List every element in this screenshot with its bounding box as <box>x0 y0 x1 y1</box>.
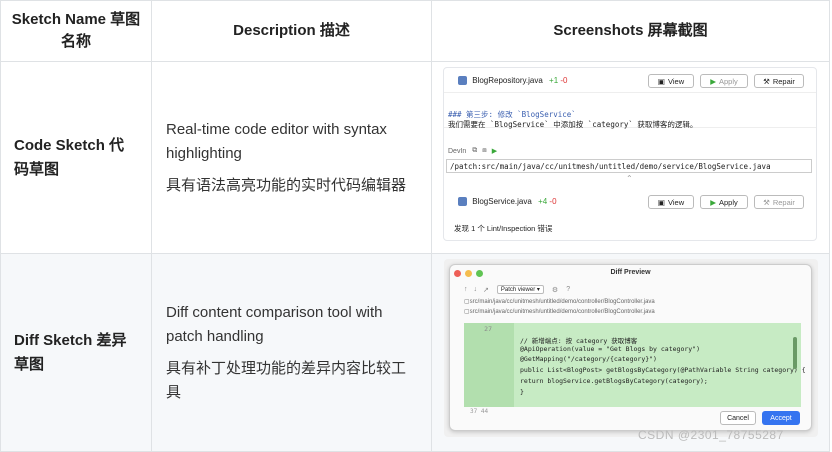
row-diff-sketch-name: Diff Sketch 差异草图 <box>0 254 152 452</box>
diff-sketch-name-text: Diff Sketch 差异草图 <box>14 331 127 373</box>
diff-sketch-desc-en: Diff content comparison tool with patch … <box>166 303 383 345</box>
file1-name: BlogRepository.java <box>472 76 543 85</box>
line-number-end: 37 44 <box>470 408 489 415</box>
insert-icon[interactable]: ⧈ <box>482 147 486 155</box>
repair-icon-2: ⚒ <box>763 197 770 207</box>
file1-repair-button[interactable]: ⚒ Repair <box>754 74 804 88</box>
step-text: 我们需要在 `BlogService` 中添加按 `category` 获取博客… <box>448 120 698 129</box>
chevron-down-icon: ▾ <box>536 287 540 293</box>
devin-label: DevIn <box>448 147 467 155</box>
view-icon: ▣ <box>657 76 665 86</box>
file2-deletions: -0 <box>549 197 557 206</box>
accept-button[interactable]: Accept <box>762 411 800 425</box>
java-file-icon-2 <box>458 197 467 207</box>
file2-repair-button[interactable]: ⚒ Repair <box>754 195 804 209</box>
diff-preview-window: Diff Preview ↑ ↓ ↗ Patch viewer ▾ ⚙ ? ▢s… <box>449 264 812 431</box>
code-sketch-name-text: Code Sketch 代码草图 <box>14 136 125 178</box>
file2-additions: +4 <box>538 197 548 206</box>
code-line-2: @ApiOperation(value = "Get Blogs by cate… <box>520 345 701 353</box>
collapse-chevron-icon[interactable]: ⌃ <box>626 174 633 183</box>
file1-apply-button[interactable]: ▶ Apply <box>700 74 748 88</box>
code-line-1: // 新增端点: 按 category 获取博客 <box>520 337 638 345</box>
java-file-icon <box>458 76 467 86</box>
window-title: Diff Preview <box>610 269 651 276</box>
header-description: Description 描述 <box>152 0 432 62</box>
row-code-sketch-desc: Real-time code editor with syntax highli… <box>152 62 432 254</box>
code-sketch-desc-zh: 具有语法高亮功能的实时代码编辑器 <box>166 176 407 194</box>
file1-view-button[interactable]: ▣ View <box>648 74 694 88</box>
devin-toolbar: DevIn ⧉ ⧈ ▶ <box>448 147 820 155</box>
apply-icon-2: ▶ <box>710 197 716 207</box>
header-sketch-name-text: Sketch Name 草图名称 <box>11 11 141 50</box>
header-sketch-name: Sketch Name 草图名称 <box>0 0 152 62</box>
patch-path-field: /patch:src/main/java/cc/unitmesh/untitle… <box>446 159 812 173</box>
diff-content-panel: 27 // 新增端点: 按 category 获取博客 @ApiOperatio… <box>464 323 806 407</box>
file2-view-button[interactable]: ▣ View <box>648 195 694 209</box>
code-sketch-desc-en: Real-time code editor with syntax highli… <box>166 120 387 162</box>
header-description-text: Description 描述 <box>233 22 350 39</box>
diff-sketch-screenshot: Diff Preview ↑ ↓ ↗ Patch viewer ▾ ⚙ ? ▢s… <box>444 259 818 437</box>
line-number-start: 27 <box>484 325 492 333</box>
copy-icon[interactable]: ⧉ <box>472 147 477 155</box>
row-diff-sketch-desc: Diff content comparison tool with patch … <box>152 254 432 452</box>
jump-icon[interactable]: ↗ <box>483 286 489 294</box>
code-line-3: @GetMapping("/category/{category}") <box>520 355 657 363</box>
cancel-button[interactable]: Cancel <box>720 411 756 425</box>
diff-sketch-desc-zh: 具有补丁处理功能的差异内容比较工具 <box>166 359 407 401</box>
repair-icon: ⚒ <box>763 76 770 86</box>
header-screenshots-text: Screenshots 屏幕截图 <box>553 22 708 39</box>
settings-icon[interactable]: ⚙ <box>552 286 558 294</box>
diff-gutter: 27 <box>464 323 514 407</box>
file2-apply-button[interactable]: ▶ Apply <box>700 195 748 209</box>
header-screenshots: Screenshots 屏幕截图 <box>432 0 830 62</box>
code-line-6: } <box>520 388 524 396</box>
file1-additions: +1 <box>549 76 559 85</box>
file1-deletions: -0 <box>560 76 568 85</box>
diff-file-path-2: ▢src/main/java/cc/unitmesh/untitled/demo… <box>464 309 655 315</box>
code-line-4: public List<BlogPost> getBlogsByCategory… <box>520 366 806 374</box>
scrollbar[interactable] <box>793 337 797 369</box>
arrow-up-icon[interactable]: ↑ <box>464 286 468 293</box>
diff-toolbar: ↑ ↓ ↗ Patch viewer ▾ ⚙ ? <box>464 285 570 294</box>
row-code-sketch-name: Code Sketch 代码草图 <box>0 62 152 254</box>
code-sketch-screenshot: BlogRepository.java +1 -0 ▣ View ▶ Apply ⚒… <box>443 67 817 241</box>
apply-icon: ▶ <box>710 76 716 86</box>
diff-file-path-1: ▢src/main/java/cc/unitmesh/untitled/demo… <box>464 299 655 305</box>
code-line-5: return blogService.getBlogsByCategory(ca… <box>520 377 708 385</box>
file2-name: BlogService.java <box>472 197 532 206</box>
patch-viewer-select[interactable]: Patch viewer ▾ <box>496 285 544 294</box>
help-icon[interactable]: ? <box>566 286 570 293</box>
lint-message: 发现 1 个 Lint/Inspection 错误 <box>454 224 553 233</box>
run-icon[interactable]: ▶ <box>492 147 497 155</box>
markdown-block: ### 第三步: 修改 `BlogService` 我们需要在 `BlogSer… <box>444 92 816 129</box>
csdn-watermark: CSDN @2301_78755287 <box>638 428 784 442</box>
view-icon-2: ▣ <box>657 197 665 207</box>
arrow-down-icon[interactable]: ↓ <box>474 286 478 293</box>
